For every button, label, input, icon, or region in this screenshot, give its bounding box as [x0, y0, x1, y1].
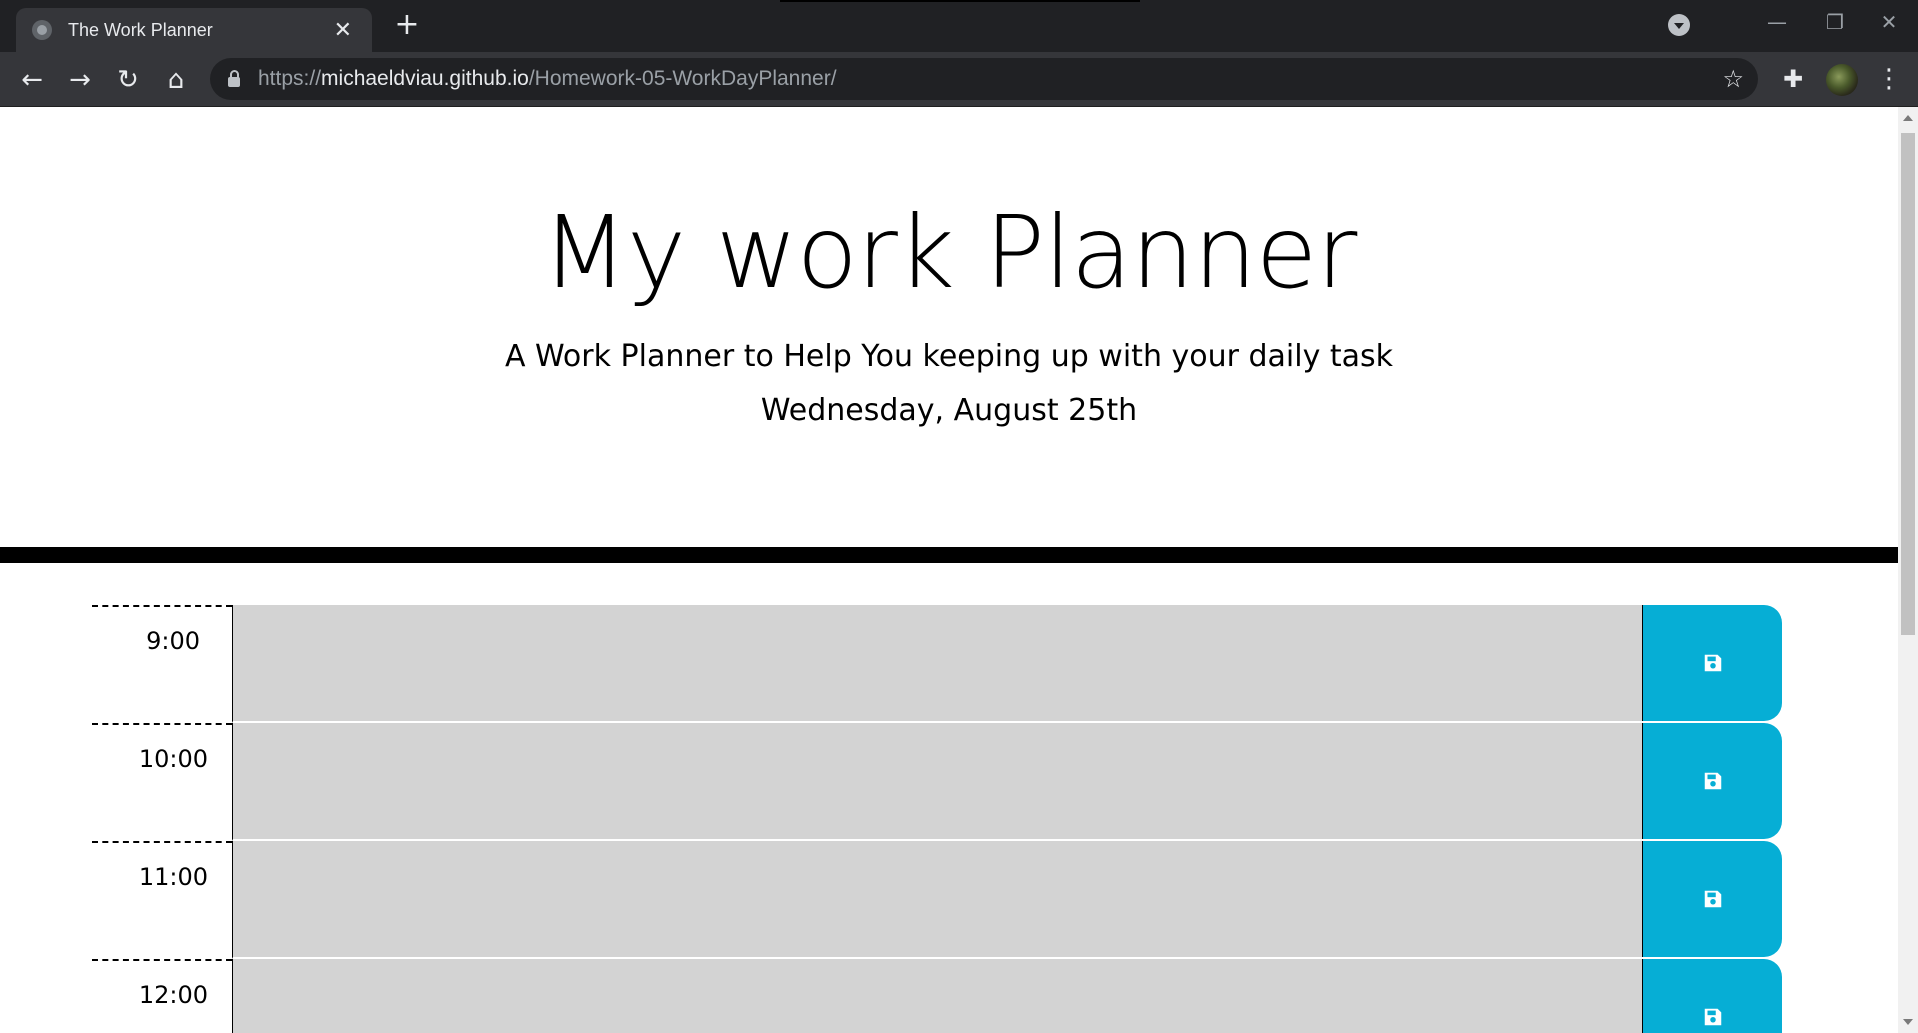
planner: 9:00 10:00 11:00 12:00: [92, 605, 1784, 1033]
address-bar[interactable]: https://michaeldviau.github.io/Homework-…: [210, 58, 1758, 100]
task-textarea[interactable]: [232, 605, 1642, 723]
hour-label: 12:00: [92, 959, 232, 1033]
minimize-button[interactable]: —: [1748, 0, 1806, 44]
save-icon: [1704, 1008, 1721, 1026]
bookmark-star-icon[interactable]: ☆: [1722, 65, 1744, 93]
hour-label: 10:00: [92, 723, 232, 841]
tab-title: The Work Planner: [68, 19, 213, 40]
scrollbar-thumb[interactable]: [1901, 133, 1915, 635]
page-title: My work Planner: [541, 194, 1358, 311]
save-button[interactable]: [1642, 605, 1782, 721]
save-button[interactable]: [1642, 723, 1782, 839]
save-icon: [1704, 654, 1721, 672]
close-window-button[interactable]: ✕: [1860, 0, 1918, 44]
browser-toolbar: ← → ↻ ⌂ https://michaeldviau.github.io/H…: [0, 52, 1918, 107]
time-block-row: 11:00: [92, 841, 1784, 959]
reload-icon[interactable]: ↻: [110, 62, 146, 98]
globe-icon: [32, 20, 52, 40]
url-path: /Homework-05-WorkDayPlanner/: [528, 67, 837, 90]
browser-tab-strip: The Work Planner ✕ + — ❐ ✕: [0, 0, 1918, 52]
task-textarea[interactable]: [232, 841, 1642, 959]
lock-icon[interactable]: [228, 70, 240, 87]
save-button[interactable]: [1642, 959, 1782, 1033]
url-text[interactable]: https://michaeldviau.github.io/Homework-…: [258, 67, 1722, 91]
forward-icon[interactable]: →: [62, 62, 98, 98]
profile-avatar[interactable]: [1826, 64, 1858, 96]
url-host: michaeldviau.github.io: [321, 67, 529, 90]
time-block-row: 10:00: [92, 723, 1784, 841]
scroll-up-icon[interactable]: [1903, 115, 1913, 121]
new-tab-button[interactable]: +: [392, 10, 422, 40]
restore-button[interactable]: ❐: [1806, 0, 1864, 44]
save-icon: [1704, 772, 1721, 790]
task-textarea[interactable]: [232, 959, 1642, 1033]
page-scrollbar[interactable]: [1898, 107, 1918, 1033]
current-day: Wednesday, August 25th: [760, 393, 1138, 428]
url-scheme: https://: [258, 67, 322, 90]
close-tab-icon[interactable]: ✕: [334, 18, 352, 43]
tabstrip-edge-dark: [780, 0, 1140, 2]
scroll-down-icon[interactable]: [1903, 1019, 1913, 1025]
tab-search-icon[interactable]: [1668, 14, 1690, 36]
back-icon[interactable]: ←: [14, 62, 50, 98]
browser-menu-icon[interactable]: ⋮: [1874, 64, 1904, 94]
header: My work Planner A Work Planner to Help Y…: [0, 107, 1898, 547]
hour-label: 9:00: [92, 605, 232, 723]
hour-label: 11:00: [92, 841, 232, 959]
save-button[interactable]: [1642, 841, 1782, 957]
extensions-icon[interactable]: ✚: [1778, 64, 1808, 94]
save-icon: [1704, 890, 1721, 908]
page-viewport: My work Planner A Work Planner to Help Y…: [0, 107, 1898, 1033]
time-block-row: 12:00: [92, 959, 1784, 1033]
browser-tab[interactable]: The Work Planner ✕: [16, 8, 372, 52]
time-block-row: 9:00: [92, 605, 1784, 723]
page-subtitle: A Work Planner to Help You keeping up wi…: [504, 339, 1394, 374]
home-icon[interactable]: ⌂: [158, 62, 194, 98]
task-textarea[interactable]: [232, 723, 1642, 841]
header-divider: [0, 547, 1898, 563]
